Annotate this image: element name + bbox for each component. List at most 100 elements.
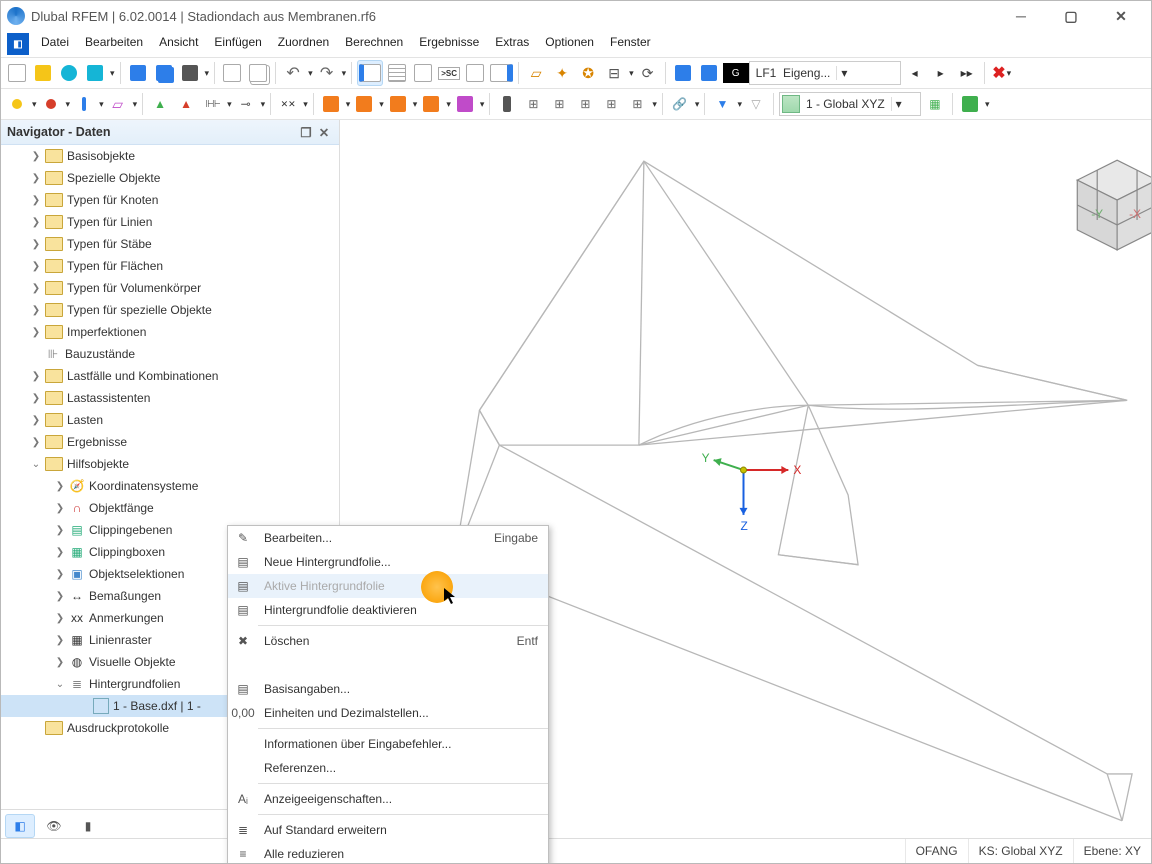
tb2-clear-filter-icon[interactable]: ▽	[744, 92, 768, 116]
twisty-icon[interactable]: ⌄	[29, 459, 43, 470]
tb-last-icon[interactable]: ▸▸	[955, 61, 979, 85]
tb-save-all-icon[interactable]	[152, 61, 176, 85]
twisty-icon[interactable]: ❯	[29, 173, 43, 184]
twisty-icon[interactable]: ❯	[29, 415, 43, 426]
tree-item[interactable]: ❯∩Objektfänge	[1, 497, 339, 519]
tb-reload-icon[interactable]: ⟳	[636, 61, 660, 85]
tree-item[interactable]: ❯Lastfälle und Kombinationen	[1, 365, 339, 387]
undock-icon[interactable]: ❐	[297, 123, 315, 141]
tb2-e-icon[interactable]: ⊞	[599, 92, 623, 116]
tb2-cs-edit-icon[interactable]: ▦	[923, 92, 947, 116]
tb2-box1-icon[interactable]	[319, 92, 343, 116]
twisty-icon[interactable]: ❯	[53, 635, 67, 646]
tb-terminal-icon[interactable]	[463, 61, 487, 85]
menu-item[interactable]: 0,00Einheiten und Dezimalstellen...	[228, 701, 548, 725]
twisty-icon[interactable]: ❯	[53, 657, 67, 668]
tb2-xx-icon[interactable]: ✕✕	[276, 92, 300, 116]
twisty-icon[interactable]: ❯	[29, 393, 43, 404]
tree-item[interactable]: ⌄Hilfsobjekte	[1, 453, 339, 475]
tb-undo-icon[interactable]: ↶	[281, 61, 305, 85]
menu-item[interactable]: Referenzen...	[228, 756, 548, 780]
view-cube[interactable]: -Y -X	[1077, 160, 1151, 250]
tb-delete-red-icon[interactable]: ✖▾	[990, 61, 1014, 85]
tb-cloud-up-icon[interactable]	[57, 61, 81, 85]
tb2-rel-icon[interactable]: ⊸	[234, 92, 258, 116]
tree-item[interactable]: ❯Ergebnisse	[1, 431, 339, 453]
chevron-down-icon[interactable]: ▾	[891, 97, 906, 111]
menu-view[interactable]: Ansicht	[151, 31, 206, 57]
chevron-down-icon[interactable]: ▾	[110, 68, 115, 79]
menu-item[interactable]: ▤Basisangaben...	[228, 677, 548, 701]
twisty-icon[interactable]: ❯	[29, 261, 43, 272]
tree-item[interactable]: ❯Typen für Stäbe	[1, 233, 339, 255]
menu-item[interactable]: Informationen über Eingabefehler...	[228, 732, 548, 756]
tab-views-icon[interactable]: ▮	[73, 814, 103, 838]
twisty-icon[interactable]: ❯	[53, 503, 67, 514]
twisty-icon[interactable]: ⌄	[53, 679, 67, 690]
menu-edit[interactable]: Bearbeiten	[77, 31, 151, 57]
twisty-icon[interactable]: ❯	[29, 437, 43, 448]
twisty-icon[interactable]: ❯	[53, 525, 67, 536]
menu-window[interactable]: Fenster	[602, 31, 659, 57]
twisty-icon[interactable]: ❯	[29, 305, 43, 316]
tb-lc-assign-icon[interactable]	[697, 61, 721, 85]
tb2-clip-icon[interactable]	[958, 92, 982, 116]
menu-item[interactable]: ▤Neue Hintergrundfolie...	[228, 550, 548, 574]
menu-file[interactable]: Datei	[33, 31, 77, 57]
chevron-down-icon[interactable]: ▾	[308, 68, 313, 79]
twisty-icon[interactable]: ❯	[29, 327, 43, 338]
menu-options[interactable]: Optionen	[537, 31, 602, 57]
close-button[interactable]: ✕	[1101, 6, 1141, 26]
twisty-icon[interactable]: ❯	[53, 591, 67, 602]
tb-copy-doc-icon[interactable]	[246, 61, 270, 85]
menu-item[interactable]: ▤Hintergrundfolie deaktivieren	[228, 598, 548, 622]
navigator-header[interactable]: Navigator - Daten ❐ ✕	[1, 120, 339, 145]
minimize-button[interactable]: ─	[1001, 6, 1041, 26]
app-window[interactable]: Dlubal RFEM | 6.02.0014 | Stadiondach au…	[0, 0, 1152, 864]
twisty-icon[interactable]: ❯	[29, 239, 43, 250]
tb2-link-icon[interactable]: 🔗	[668, 92, 692, 116]
tree-item[interactable]: ❯Typen für spezielle Objekte	[1, 299, 339, 321]
tb2-box4-icon[interactable]	[419, 92, 443, 116]
twisty-icon[interactable]: ❯	[29, 371, 43, 382]
tb2-b-icon[interactable]: ⊞	[521, 92, 545, 116]
menu-calc[interactable]: Berechnen	[337, 31, 411, 57]
twisty-icon[interactable]: ❯	[53, 481, 67, 492]
tb-panels-icon[interactable]	[489, 61, 513, 85]
twisty-icon[interactable]: ❯	[29, 283, 43, 294]
tb2-box5-icon[interactable]	[453, 92, 477, 116]
tree-item[interactable]: ❯Typen für Linien	[1, 211, 339, 233]
tb-redo-icon[interactable]: ↷	[315, 61, 339, 85]
tb-select-icon[interactable]: ▱	[524, 61, 548, 85]
menu-results[interactable]: Ergebnisse	[411, 31, 487, 57]
tb-nav-panel-icon[interactable]	[357, 60, 383, 86]
context-menu[interactable]: ✎Bearbeiten...Eingabe▤Neue Hintergrundfo…	[227, 525, 549, 864]
tb2-star1-icon[interactable]	[5, 92, 29, 116]
tb-script-icon[interactable]: >SC	[437, 61, 461, 85]
tb2-c-icon[interactable]: ⊞	[547, 92, 571, 116]
tb-lc-new-icon[interactable]	[671, 61, 695, 85]
menu-item[interactable]: AᵢAnzeigeeigenschaften...	[228, 787, 548, 811]
tab-data-icon[interactable]: ◧	[5, 814, 35, 838]
tree-item[interactable]: ⊪Bauzustände	[1, 343, 339, 365]
tree-item[interactable]: ❯Lastassistenten	[1, 387, 339, 409]
tree-item[interactable]: ❯Imperfektionen	[1, 321, 339, 343]
tb2-box2-icon[interactable]	[352, 92, 376, 116]
tb-list-icon[interactable]	[411, 61, 435, 85]
menu-item[interactable]: ≡Alle reduzieren	[228, 842, 548, 864]
tb-save-icon[interactable]	[126, 61, 150, 85]
chevron-down-icon[interactable]: ▾	[836, 66, 851, 80]
app-logo-icon[interactable]: ◧	[7, 33, 29, 55]
twisty-icon[interactable]: ❯	[53, 547, 67, 558]
tb2-box3-icon[interactable]	[386, 92, 410, 116]
tree-item[interactable]: ❯Spezielle Objekte	[1, 167, 339, 189]
tb-prev-icon[interactable]: ◂	[903, 61, 927, 85]
tb-cloud-down-icon[interactable]	[83, 61, 107, 85]
tree-item[interactable]: ❯Typen für Knoten	[1, 189, 339, 211]
tree-item[interactable]: ❯Typen für Volumenkörper	[1, 277, 339, 299]
twisty-icon[interactable]: ❯	[29, 195, 43, 206]
chevron-down-icon[interactable]: ▾	[205, 68, 210, 79]
menu-item[interactable]: ✖LöschenEntf	[228, 629, 548, 653]
chevron-down-icon[interactable]: ▾	[629, 68, 634, 79]
tb2-tri-g-icon[interactable]: ▲	[148, 92, 172, 116]
